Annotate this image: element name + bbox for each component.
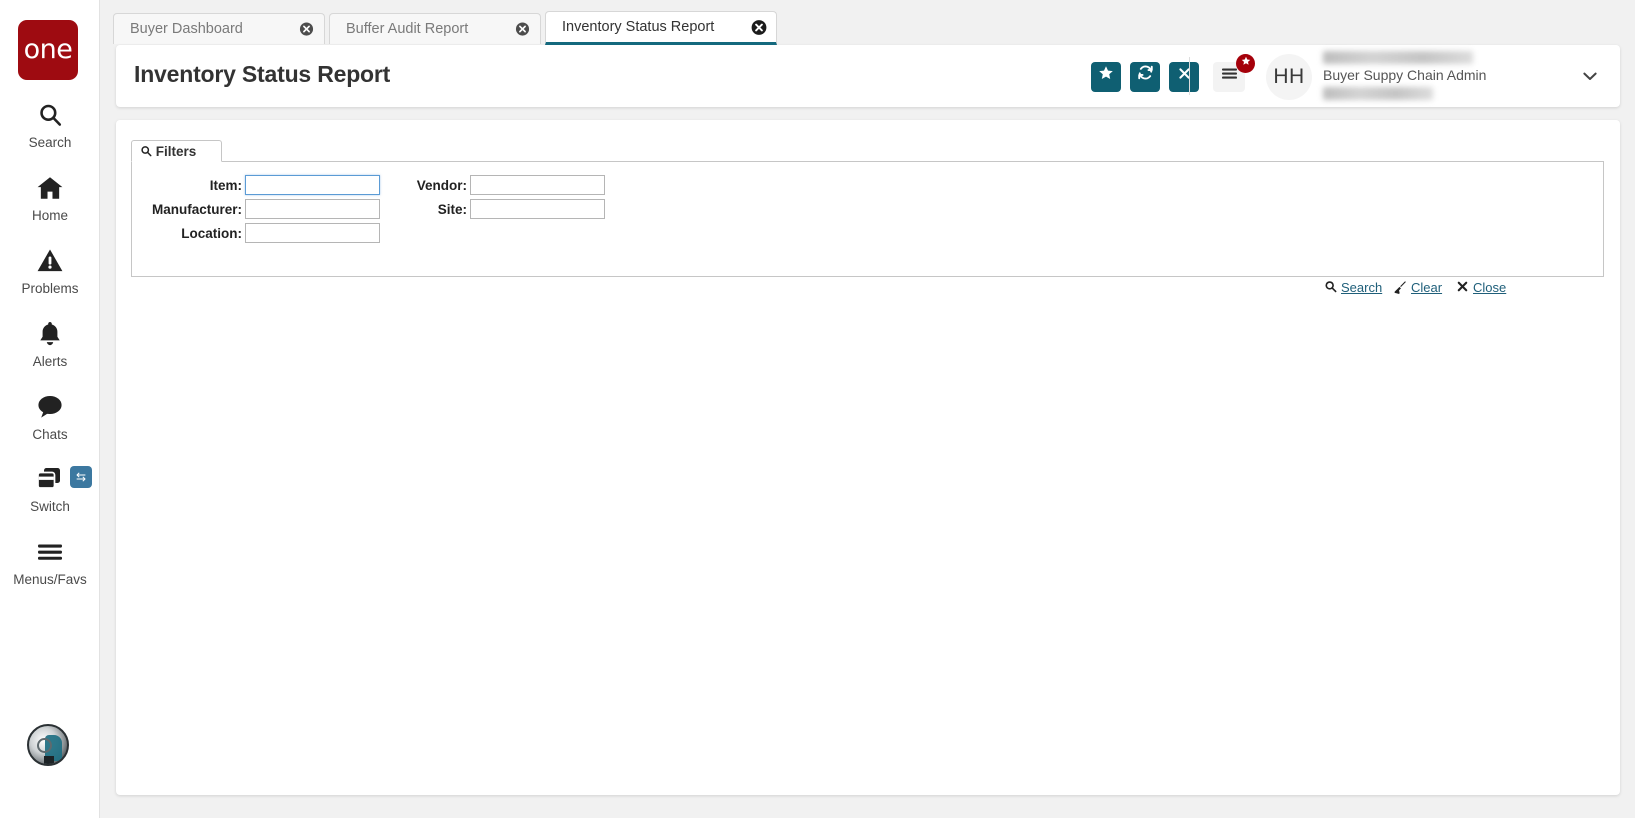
warning-triangle-icon: [0, 244, 100, 278]
sidebar-item-alerts[interactable]: Alerts: [0, 317, 100, 369]
star-icon: [1241, 56, 1250, 65]
close-button[interactable]: [1169, 62, 1199, 92]
swap-arrows-icon[interactable]: ⇆: [70, 466, 92, 488]
sidebar-item-problems[interactable]: Problems: [0, 244, 100, 296]
page-title: Inventory Status Report: [134, 61, 391, 87]
hamburger-icon: [0, 535, 100, 569]
favorite-button[interactable]: [1091, 62, 1121, 92]
sidebar-item-label: Menus/Favs: [13, 572, 87, 587]
chat-bubble-icon: [0, 390, 100, 424]
user-menu-chevron-down-icon[interactable]: [1567, 54, 1613, 100]
tab-close-icon[interactable]: [515, 22, 530, 37]
manufacturer-label: Manufacturer:: [151, 202, 242, 217]
vendor-input[interactable]: [470, 175, 605, 195]
brand-logo[interactable]: one: [18, 20, 78, 80]
sidebar-item-label: Switch: [30, 499, 70, 514]
vendor-label: Vendor:: [416, 178, 467, 193]
sidebar-item-menus-favs[interactable]: Menus/Favs: [0, 535, 100, 587]
item-label: Item:: [209, 178, 242, 193]
search-icon: [1324, 280, 1337, 297]
tab-label: Buyer Dashboard: [130, 21, 243, 37]
search-icon: [0, 98, 100, 132]
manufacturer-input[interactable]: [245, 199, 380, 219]
broom-icon: [1393, 280, 1407, 298]
tab-strip: Buyer Dashboard Buffer Audit Report Inve…: [100, 0, 1635, 45]
close-link[interactable]: Close: [1473, 280, 1506, 295]
ai-assistant-avatar[interactable]: [27, 724, 69, 766]
star-icon: [1099, 66, 1113, 79]
location-input[interactable]: [245, 223, 380, 243]
search-link[interactable]: Search: [1341, 280, 1382, 295]
assistant-neck-shape: [44, 756, 54, 764]
menus-favorites-badge: [1236, 54, 1255, 73]
tab-close-icon[interactable]: [299, 22, 314, 37]
x-icon: [1456, 280, 1469, 297]
avatar-initials: HH: [1273, 65, 1305, 88]
filters-tab-label: Filters: [155, 144, 197, 159]
sidebar-item-label: Alerts: [32, 354, 68, 369]
sidebar-item-label: Search: [28, 135, 72, 150]
assistant-ring-shape: [37, 738, 52, 753]
tab-buffer-audit-report[interactable]: Buffer Audit Report: [329, 13, 541, 44]
tab-buyer-dashboard[interactable]: Buyer Dashboard: [113, 13, 325, 44]
filters-panel: Filters Item: Manufacturer: Location: Ve…: [131, 140, 1604, 295]
site-label: Site:: [437, 202, 467, 217]
bell-icon: [0, 317, 100, 351]
filters-tab-header[interactable]: Filters: [131, 140, 222, 162]
sidebar-item-label: Home: [31, 208, 68, 223]
site-input[interactable]: [470, 199, 605, 219]
tab-label: Inventory Status Report: [562, 19, 715, 35]
user-role-label: Buyer Suppy Chain Admin: [1323, 67, 1487, 83]
left-sidebar: one Search Home Problems Alerts Chats Sw…: [0, 0, 100, 818]
user-name-blurred-bottom: [1323, 87, 1433, 100]
user-name-blurred-top: [1323, 51, 1473, 64]
sidebar-item-chats[interactable]: Chats: [0, 390, 100, 442]
filters-body: Item: Manufacturer: Location: Vendor: Si…: [131, 161, 1604, 295]
tab-inventory-status-report[interactable]: Inventory Status Report: [545, 11, 777, 45]
sidebar-item-label: Chats: [32, 427, 68, 442]
tab-close-icon[interactable]: [751, 20, 767, 35]
sidebar-item-home[interactable]: Home: [0, 171, 100, 223]
refresh-button[interactable]: [1130, 62, 1160, 92]
avatar[interactable]: HH: [1266, 54, 1312, 100]
brand-logo-text: one: [23, 33, 73, 65]
clear-link[interactable]: Clear: [1411, 280, 1442, 295]
header-divider: [1189, 57, 1190, 95]
main-content-card: Filters Item: Manufacturer: Location: Ve…: [116, 120, 1620, 795]
item-input[interactable]: [245, 175, 380, 195]
sidebar-item-search[interactable]: Search: [0, 98, 100, 150]
search-icon: [141, 146, 152, 157]
tab-label: Buffer Audit Report: [346, 21, 469, 37]
sidebar-item-label: Problems: [21, 281, 79, 296]
refresh-icon: [1137, 65, 1153, 80]
page-header-bar: Inventory Status Report HH Buyer Suppy C…: [116, 45, 1620, 107]
home-icon: [0, 171, 100, 205]
hamburger-icon: [1221, 68, 1237, 79]
location-label: Location:: [181, 226, 242, 241]
